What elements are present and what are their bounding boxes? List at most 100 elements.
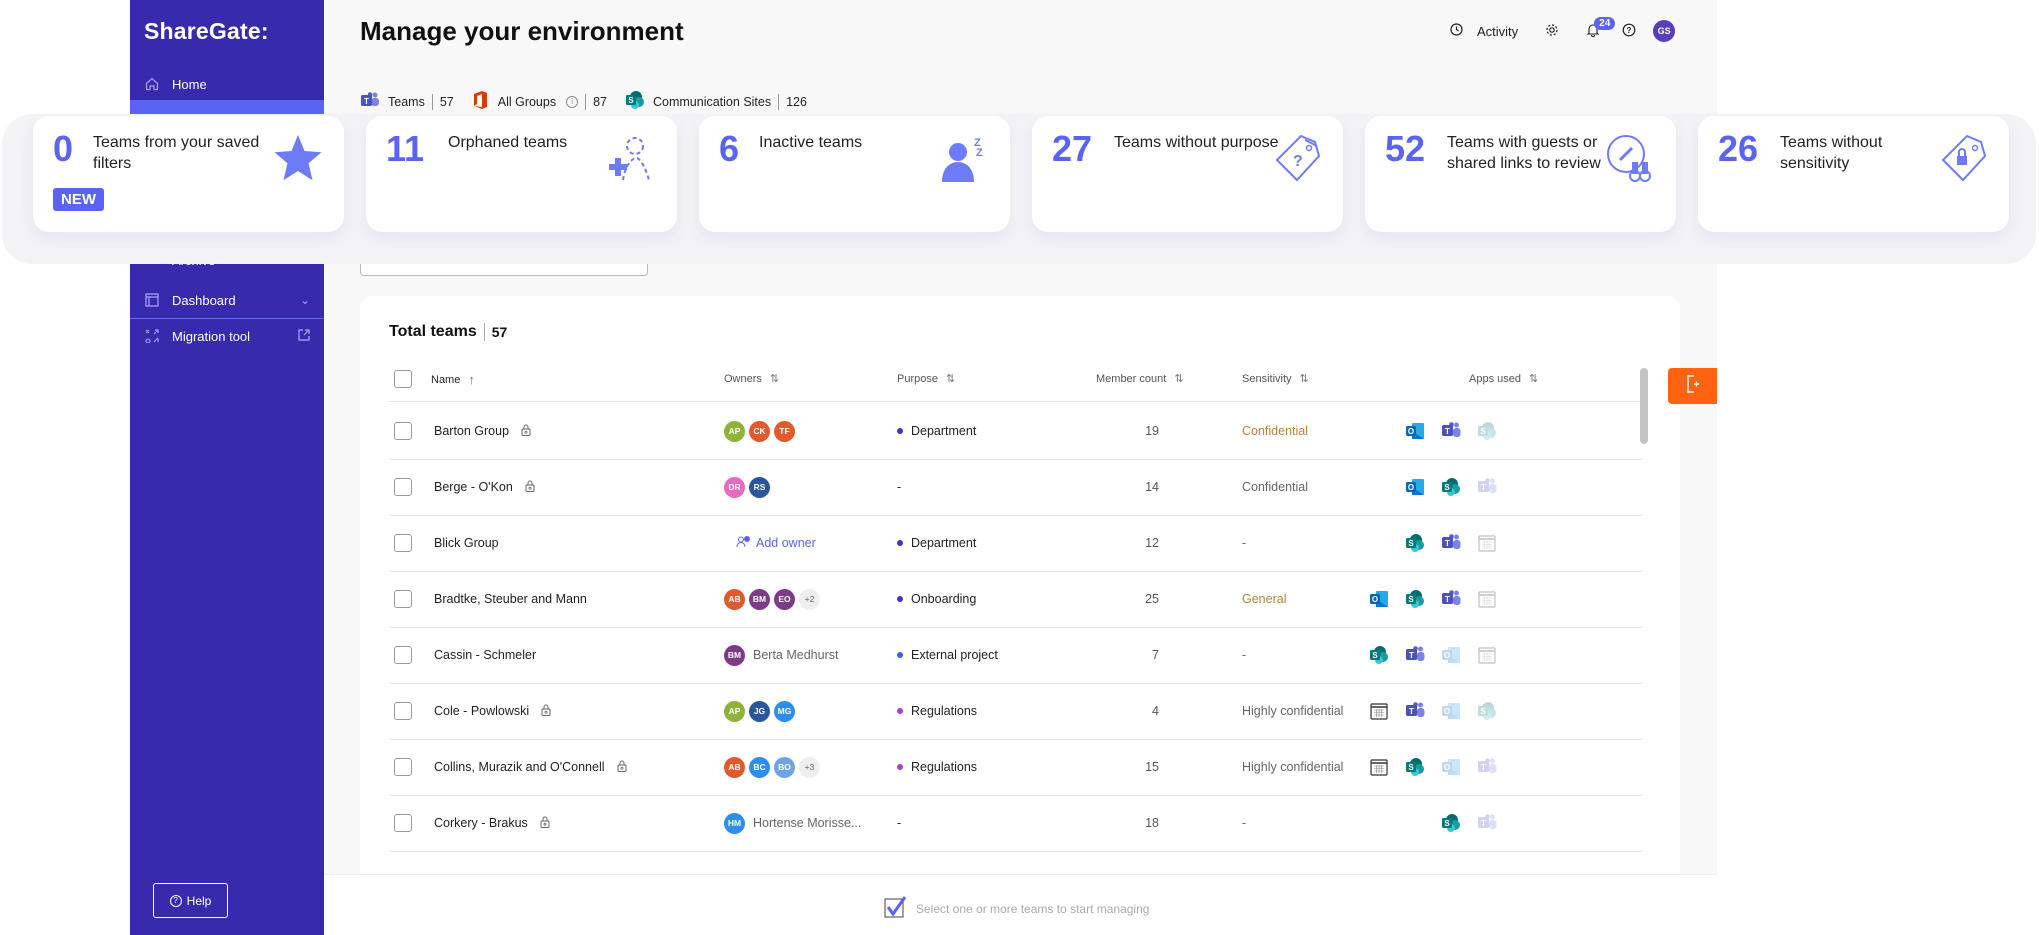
calendar-app-icon <box>1369 701 1389 721</box>
sort-asc-icon: ↑ <box>468 372 475 387</box>
sensitivity-cell: - <box>1242 627 1246 683</box>
notifications-button[interactable]: 24 <box>1586 16 1616 40</box>
table-row[interactable]: Cole - Powlowski AP JG MG Regulations 4 Highly… <box>389 683 1643 740</box>
team-name[interactable]: Cole - Powlowski <box>434 704 529 718</box>
column-header-apps-used[interactable]: Apps used ⇅ <box>1469 372 1538 386</box>
table-scrollbar[interactable] <box>1640 368 1648 444</box>
owner-avatar[interactable]: AP <box>724 420 745 442</box>
svg-text:O: O <box>1408 483 1414 492</box>
bulk-action-footer: Select one or more teams to start managi… <box>324 874 1717 935</box>
summary-card[interactable]: 26 Teams without sensitivity <box>1698 116 2009 232</box>
row-checkbox[interactable] <box>394 478 412 496</box>
select-all-checkbox[interactable] <box>394 370 412 388</box>
owner-avatar[interactable]: HM <box>724 812 745 834</box>
team-name[interactable]: Cassin - Schmeler <box>434 648 536 662</box>
member-count-cell: 15 <box>1119 739 1159 795</box>
owner-avatar[interactable]: JG <box>749 700 770 722</box>
tab-teams[interactable]: T Teams 57 <box>360 92 454 111</box>
sidebar-item-migration-tool[interactable]: Migration tool <box>130 320 324 352</box>
card-count: 27 <box>1052 128 1093 169</box>
help-button[interactable]: ? Help <box>153 883 228 918</box>
summary-card[interactable]: 52 Teams with guests or shared links to r… <box>1365 116 1676 232</box>
table-row[interactable]: Berge - O'Kon DR RS - 14 Confidential O S T <box>389 459 1643 516</box>
sidebar-item-dashboard[interactable]: Dashboard ⌄ <box>130 284 324 316</box>
row-checkbox[interactable] <box>394 422 412 440</box>
owner-avatar[interactable]: BM <box>724 644 745 666</box>
tab-communication-sites[interactable]: S Communication Sites 126 <box>625 90 807 113</box>
table-row[interactable]: Corkery - Brakus HM Hortense Morisse... - 18… <box>389 795 1643 852</box>
row-checkbox[interactable] <box>394 702 412 720</box>
table-row[interactable]: Barton Group AP CK TF Department 19 Confidenti… <box>389 403 1643 460</box>
team-name[interactable]: Collins, Murazik and O'Connell <box>434 760 605 774</box>
table-title-text: Total teams <box>389 323 477 340</box>
row-checkbox[interactable] <box>394 590 412 608</box>
column-header-member-count[interactable]: Member count ⇅ <box>1096 372 1184 386</box>
team-name[interactable]: Corkery - Brakus <box>434 816 528 830</box>
purpose-dot <box>897 596 903 602</box>
owner-avatar[interactable]: BC <box>749 756 770 778</box>
search-input[interactable] <box>360 262 648 276</box>
owner-avatar[interactable]: EO <box>774 588 795 610</box>
owner-avatar[interactable]: AB <box>724 756 745 778</box>
team-name[interactable]: Barton Group <box>434 424 509 438</box>
title-separator <box>483 323 485 341</box>
teams-table-panel: Total teams 57 Name ↑ Owners ⇅ Purpose ⇅ Me… <box>360 296 1680 916</box>
outlook-app-icon: O <box>1441 701 1461 721</box>
owner-avatar[interactable]: BM <box>749 588 770 610</box>
owner-avatar[interactable]: AP <box>724 700 745 722</box>
owner-avatar[interactable]: MG <box>774 700 795 722</box>
team-name[interactable]: Berge - O'Kon <box>434 480 513 494</box>
help-circle-button[interactable]: ? <box>1622 23 1636 40</box>
more-owners-badge[interactable]: +2 <box>799 588 820 610</box>
row-checkbox[interactable] <box>394 814 412 832</box>
table-row[interactable]: Blick Group Add owner Department 12- S T <box>389 515 1643 572</box>
sensitivity-cell: - <box>1242 795 1246 851</box>
svg-text:S: S <box>1480 427 1486 436</box>
table-row[interactable]: Collins, Murazik and O'Connell AB BC BO +3 Re… <box>389 739 1643 796</box>
more-owners-badge[interactable]: +3 <box>799 756 820 778</box>
owner-avatar[interactable]: DR <box>724 476 745 498</box>
summary-card[interactable]: 6 Inactive teams Z Z <box>699 116 1010 232</box>
team-name[interactable]: Bradtke, Steuber and Mann <box>434 592 587 606</box>
teams-app-icon: T <box>1477 813 1497 833</box>
info-icon[interactable]: i <box>566 95 579 108</box>
table-row[interactable]: Bradtke, Steuber and Mann AB BM EO +2 Onboard… <box>389 571 1643 628</box>
sharepoint-app-icon: S <box>1369 645 1389 665</box>
activity-button[interactable]: Activity <box>1450 23 1518 39</box>
sidebar-item-manage[interactable] <box>130 100 324 114</box>
column-header-sensitivity[interactable]: Sensitivity ⇅ <box>1242 372 1309 386</box>
tab-separator <box>778 93 780 110</box>
purpose-dot <box>897 764 903 770</box>
row-checkbox[interactable] <box>394 758 412 776</box>
summary-card[interactable]: 0 Teams from your saved filters NEW <box>33 116 344 232</box>
teams-app-icon: T <box>1405 701 1425 721</box>
owner-avatar[interactable]: RS <box>749 476 770 498</box>
team-name[interactable]: Blick Group <box>434 536 499 550</box>
summary-card[interactable]: 27 Teams without purpose? <box>1032 116 1343 232</box>
owner-avatar[interactable]: CK <box>749 420 770 442</box>
feedback-side-tab[interactable] <box>1668 368 1717 404</box>
row-checkbox[interactable] <box>394 646 412 664</box>
svg-text:S: S <box>1480 707 1486 716</box>
purpose-cell: Regulations <box>897 683 977 739</box>
tab-all-groups[interactable]: All Groups i 87 <box>472 90 607 113</box>
purpose-cell: - <box>897 795 901 851</box>
user-avatar[interactable]: GS <box>1653 20 1676 42</box>
table-row[interactable]: Cassin - Schmeler BM Berta Medhurst Externa… <box>389 627 1643 684</box>
column-header-owners[interactable]: Owners ⇅ <box>724 372 779 386</box>
owner-avatar[interactable]: TF <box>774 420 795 442</box>
sidebar-item-home[interactable]: Home <box>130 68 324 100</box>
sharepoint-icon: S <box>625 90 645 113</box>
column-header-name[interactable]: Name ↑ <box>431 372 475 387</box>
purpose-cell: - <box>897 459 901 515</box>
row-checkbox[interactable] <box>394 534 412 552</box>
settings-button[interactable] <box>1545 23 1559 40</box>
column-header-purpose[interactable]: Purpose ⇅ <box>897 372 955 386</box>
summary-card[interactable]: 11 Orphaned teams <box>366 116 677 232</box>
outlook-app-icon: O <box>1405 477 1425 497</box>
gear-icon <box>1545 23 1559 40</box>
sensitivity-label: Confidential <box>1242 424 1309 438</box>
owner-avatar[interactable]: BO <box>774 756 795 778</box>
owner-avatar[interactable]: AB <box>724 588 745 610</box>
add-owner-button[interactable]: Add owner <box>736 535 816 551</box>
